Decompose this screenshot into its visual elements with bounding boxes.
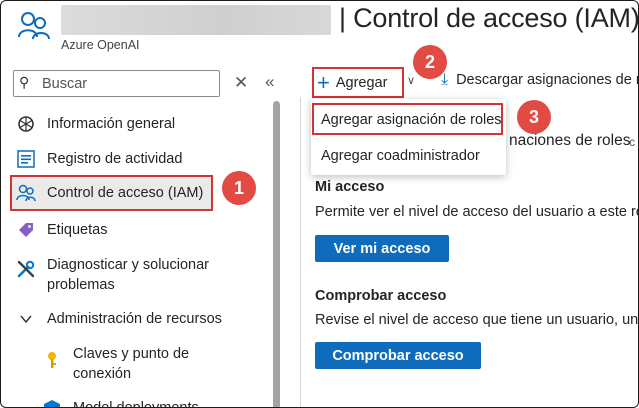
chevron-down-icon[interactable]: ∨ xyxy=(407,74,415,87)
activity-log-icon xyxy=(15,148,37,170)
download-role-assignments-button[interactable]: ⤓ Descargar asignaciones de r xyxy=(441,71,639,89)
truncated-text-fragment: c xyxy=(629,135,635,149)
my-access-description: Permite ver el nivel de acceso del usuar… xyxy=(315,204,639,220)
wrench-icon xyxy=(15,258,37,280)
page-title: | Control de acceso (IAM) xyxy=(339,3,639,33)
sidebar-item-label: Registro de actividad xyxy=(47,151,183,167)
sidebar-item-label-continued: conexión xyxy=(73,366,132,382)
people-icon xyxy=(18,12,50,40)
view-my-access-button[interactable]: Ver mi acceso xyxy=(315,235,449,262)
highlight-iam xyxy=(10,175,213,211)
tag-icon xyxy=(15,219,37,241)
window: | Control de acceso (IAM) Azure OpenAI ⚲… xyxy=(0,0,639,408)
key-icon xyxy=(41,349,63,371)
sidebar-scrollbar[interactable] xyxy=(273,101,280,407)
search-input[interactable] xyxy=(42,74,212,93)
sidebar-item-label: Model deployments xyxy=(73,400,199,408)
sidebar-item-label: Información general xyxy=(47,116,176,132)
highlight-add-role-assignment xyxy=(312,103,503,135)
pane-divider xyxy=(300,97,301,407)
role-assignments-heading-fragment: naciones de roles xyxy=(509,132,631,149)
clear-icon[interactable]: ✕ xyxy=(234,73,248,93)
redacted-resource-name xyxy=(61,5,331,35)
sidebar-item-label: Etiquetas xyxy=(47,222,108,238)
sidebar-item-label: Diagnosticar y solucionar xyxy=(47,257,209,273)
chevron-down-icon xyxy=(15,308,37,330)
resource-type-subtitle: Azure OpenAI xyxy=(61,38,140,52)
check-access-description: Revise el nivel de acceso que tiene un u… xyxy=(315,312,639,328)
check-access-title: Comprobar acceso xyxy=(315,288,447,304)
collapse-sidebar-icon[interactable]: « xyxy=(265,72,274,92)
openai-icon xyxy=(15,113,37,135)
check-access-button[interactable]: Comprobar acceso xyxy=(315,342,481,369)
sidebar-group-label: Administración de recursos xyxy=(47,311,222,327)
sidebar-item-diagnose[interactable]: Diagnosticar y solucionar problemas xyxy=(11,254,261,298)
callout-badge-1: 1 xyxy=(222,171,256,205)
sidebar-item-model-deployments[interactable]: Model deployments xyxy=(37,397,287,408)
sidebar-search[interactable]: ⚲ xyxy=(13,70,220,97)
callout-badge-3: 3 xyxy=(517,100,551,134)
sidebar-item-label: Claves y punto de xyxy=(73,346,190,362)
download-button-label: Descargar asignaciones de r xyxy=(456,72,639,88)
my-access-title: Mi acceso xyxy=(315,179,385,195)
cube-icon xyxy=(41,397,63,407)
callout-badge-2: 2 xyxy=(413,45,447,79)
sidebar-item-overview[interactable]: Información general xyxy=(11,113,261,143)
sidebar-item-tags[interactable]: Etiquetas xyxy=(11,219,261,249)
sidebar-item-activity-log[interactable]: Registro de actividad xyxy=(11,148,261,178)
sidebar-group-resource-management[interactable]: Administración de recursos xyxy=(11,308,261,338)
sidebar-item-keys-endpoint[interactable]: Claves y punto de conexión xyxy=(37,343,287,387)
menu-item-add-co-administrator[interactable]: Agregar coadministrador xyxy=(321,148,480,164)
sidebar-item-label-continued: problemas xyxy=(47,277,115,293)
highlight-add xyxy=(312,67,404,98)
search-icon: ⚲ xyxy=(19,74,30,90)
